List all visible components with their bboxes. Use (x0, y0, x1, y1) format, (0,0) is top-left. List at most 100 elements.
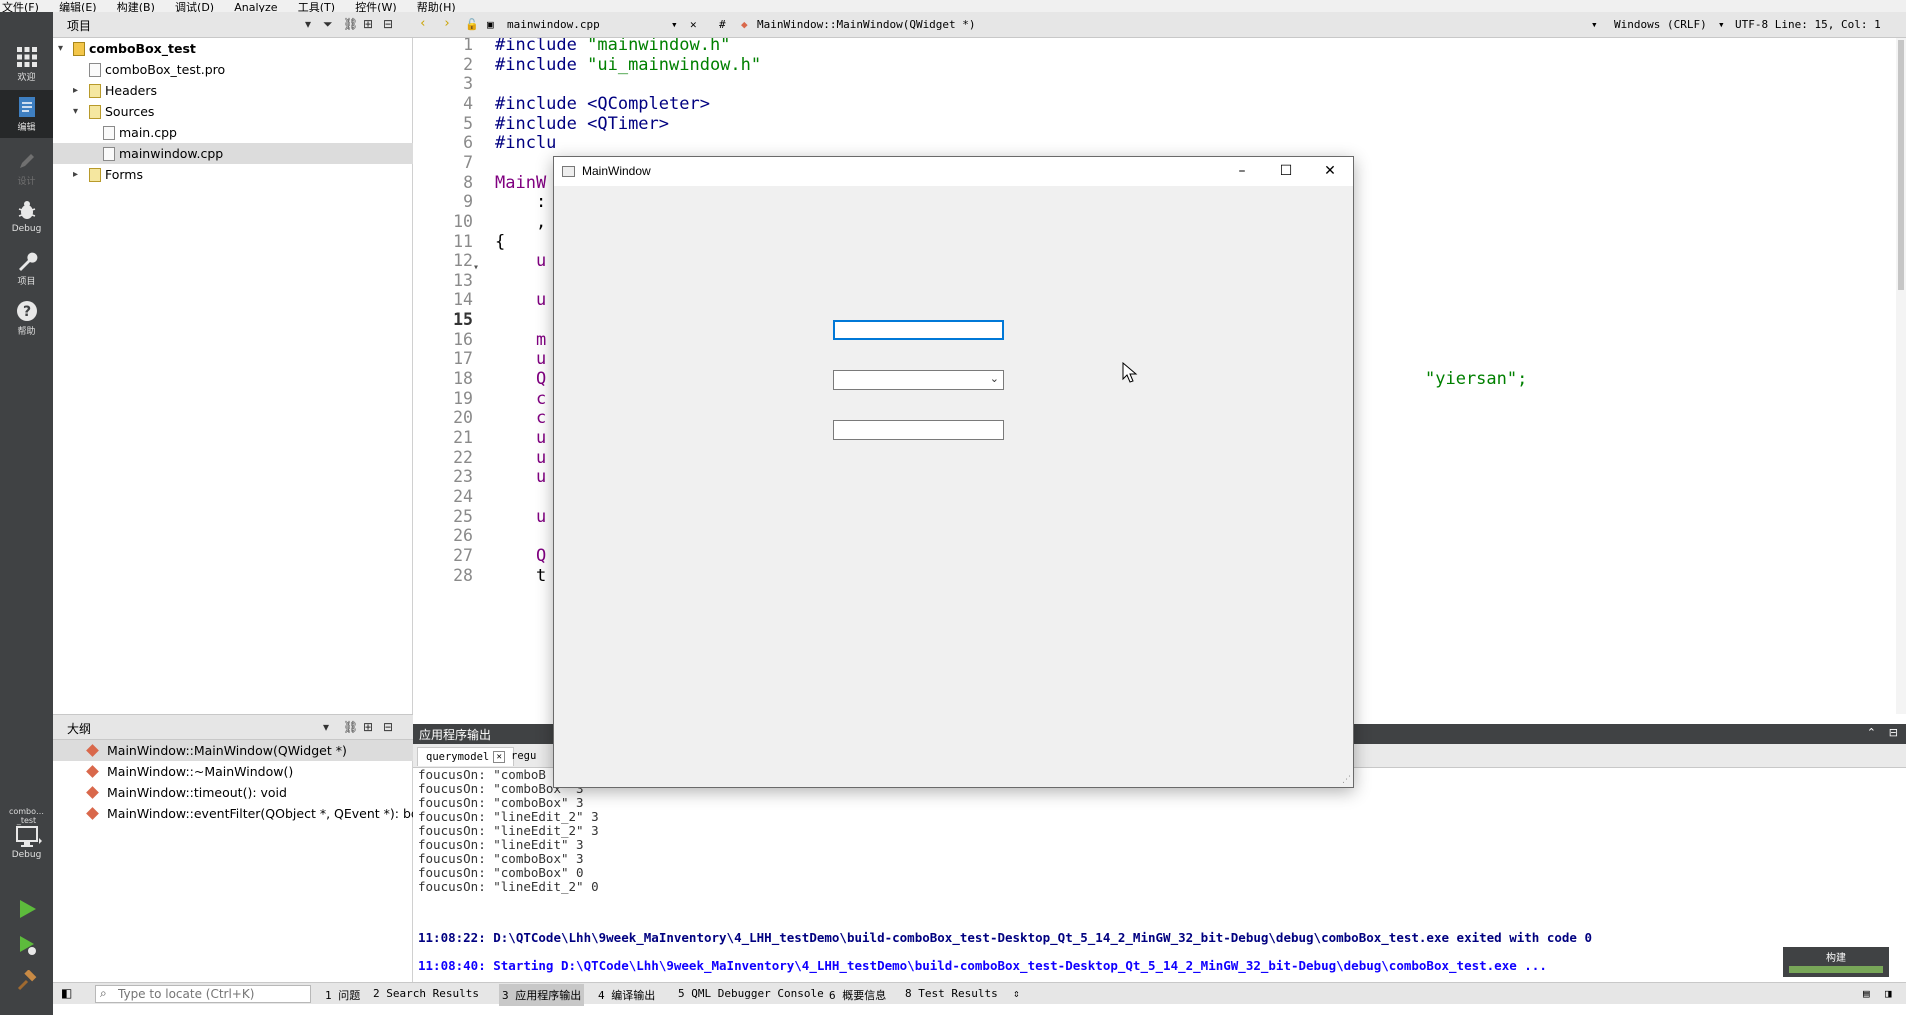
line-edit-2-input[interactable] (834, 421, 1003, 439)
code-line: m (495, 329, 547, 350)
status-tab-qml-console[interactable]: 5 QML Debugger Console (678, 987, 824, 1000)
sidebar-toggle-icon[interactable]: ◧ (61, 986, 72, 1000)
menu-widgets[interactable]: 控件(W) (353, 2, 396, 12)
editor-toolbar: ‹ › 🔓 ▣ mainwindow.cpp ▾ ✕ # ◆ MainWindo… (413, 12, 1906, 38)
cursor-position[interactable]: UTF-8 Line: 15, Col: 1 (1735, 18, 1881, 31)
code-line: MainW (495, 172, 547, 193)
chevron-right-icon[interactable]: ▸ (73, 80, 87, 101)
link-icon[interactable]: ⛓ (343, 720, 358, 734)
mode-bar: 欢迎 编辑 设计 Debug 项目 ? 帮助 combo…_test Debug (0, 12, 53, 1015)
chevron-down-icon[interactable]: ▾ (671, 18, 678, 31)
line-edit-1-input[interactable] (835, 322, 1002, 338)
forward-icon[interactable]: › (443, 16, 451, 31)
menu-help[interactable]: 帮助(H) (415, 2, 456, 12)
line-edit-1[interactable] (833, 320, 1004, 340)
outline-item[interactable]: MainWindow::eventFilter(QObject *, QEven… (53, 803, 430, 824)
fold-arrow-icon[interactable]: ▾ (473, 262, 479, 273)
menu-bar: 文件(F) 编辑(E) 构建(B) 调试(D) Analyze 工具(T) 控件… (0, 0, 1906, 12)
folder-icon (89, 168, 101, 182)
chevron-down-icon[interactable]: ▾ (1718, 18, 1725, 31)
maximize-button[interactable]: ☐ (1264, 157, 1308, 186)
code-line: u (495, 506, 547, 527)
tree-item-pro-file[interactable]: comboBox_test.pro (53, 59, 413, 80)
output-start-line: 11:08:40: Starting D:\QTCode\Lhh\9week_M… (418, 958, 1547, 973)
close-panel-icon[interactable]: ⊟ (1889, 726, 1898, 739)
outline-item[interactable]: MainWindow::MainWindow(QWidget *) (53, 740, 413, 761)
split-icon[interactable]: ⊞ (363, 720, 373, 734)
editor-file-name[interactable]: mainwindow.cpp (507, 18, 600, 31)
chevron-down-icon[interactable]: ⌄ (990, 372, 999, 385)
outline-item[interactable]: MainWindow::~MainWindow() (53, 761, 413, 782)
output-tab-regu[interactable]: regu (503, 747, 544, 766)
mode-edit[interactable]: 编辑 (0, 90, 53, 138)
tree-item-forms[interactable]: ▸ Forms (53, 164, 413, 185)
cpp-file-icon (103, 126, 115, 140)
output-console[interactable]: foucusOn: "comboB foucusOn: "comboBox" 3f… (413, 768, 1906, 982)
progress-details-icon[interactable]: ▤ (1863, 987, 1870, 1000)
minimize-button[interactable]: – (1220, 157, 1264, 186)
mode-design[interactable]: 设计 (0, 144, 53, 192)
run-button[interactable] (0, 892, 53, 928)
resize-grip-icon[interactable]: ⋰ (1342, 775, 1351, 785)
mode-projects[interactable]: 项目 (0, 244, 53, 292)
chevron-down-icon[interactable]: ▾ (73, 101, 87, 122)
chevron-down-icon[interactable]: ▾ (1591, 18, 1598, 31)
status-tab-issues[interactable]: 1 问题 (325, 987, 360, 1003)
editor-scrollbar[interactable] (1896, 38, 1906, 714)
build-button[interactable] (0, 964, 53, 1000)
mode-help[interactable]: ? 帮助 (0, 294, 53, 342)
cpp-file-icon (103, 147, 115, 161)
tree-item-mainwindow-cpp[interactable]: mainwindow.cpp (53, 143, 413, 164)
chevron-down-icon[interactable]: ▾ (305, 17, 311, 31)
tree-item-sources[interactable]: ▾ Sources (53, 101, 413, 122)
outline-item[interactable]: MainWindow::timeout(): void (53, 782, 413, 803)
menu-tools[interactable]: 工具(T) (296, 2, 335, 12)
menu-analyze[interactable]: Analyze (232, 2, 277, 12)
maximize-panel-icon[interactable]: ⌃ (1867, 726, 1876, 739)
close-panel-icon[interactable]: ⊟ (383, 17, 393, 31)
back-icon[interactable]: ‹ (419, 16, 427, 31)
filter-icon[interactable]: ⏷ (323, 17, 333, 32)
app-window-titlebar[interactable]: MainWindow – ☐ ✕ (554, 157, 1353, 186)
mode-debug[interactable]: Debug (0, 194, 53, 242)
status-tab-general-messages[interactable]: 6 概要信息 (829, 987, 886, 1003)
link-icon[interactable]: ⛓ (343, 17, 358, 31)
menu-edit[interactable]: 编辑(E) (57, 2, 97, 12)
close-button[interactable]: ✕ (1308, 157, 1352, 186)
tree-item-project[interactable]: ▾ comboBox_test (53, 38, 413, 59)
status-tab-test-results[interactable]: 8 Test Results (905, 987, 998, 1000)
close-document-icon[interactable]: ✕ (690, 18, 697, 31)
line-ending-selector[interactable]: Windows (CRLF) (1614, 18, 1707, 31)
locator-input[interactable] (118, 987, 308, 1001)
code-line: : (495, 192, 547, 213)
symbol-selector[interactable]: MainWindow::MainWindow(QWidget *) (757, 18, 976, 31)
chevron-down-icon[interactable]: ▾ (323, 720, 329, 734)
wrench-icon (16, 250, 38, 272)
menu-build[interactable]: 构建(B) (115, 2, 155, 12)
close-panel-icon[interactable]: ⊟ (383, 720, 393, 734)
status-tab-compile-output[interactable]: 4 编译输出 (598, 987, 655, 1003)
code-line: c (495, 388, 547, 409)
chevron-right-icon[interactable]: ▸ (73, 164, 87, 185)
status-tab-search-results[interactable]: 2 Search Results (373, 987, 479, 1000)
locator[interactable]: ⌕ (95, 985, 311, 1003)
build-progress[interactable]: 构建 (1783, 947, 1889, 977)
debug-run-button[interactable] (0, 928, 53, 964)
line-edit-2[interactable] (833, 420, 1004, 440)
menu-debug[interactable]: 调试(D) (173, 2, 214, 12)
split-icon[interactable]: ⊞ (363, 17, 373, 31)
menu-file[interactable]: 文件(F) (0, 2, 39, 12)
line-number: 22 (453, 447, 473, 467)
combo-box[interactable]: ⌄ (833, 370, 1004, 390)
chevron-down-icon[interactable]: ▾ (58, 38, 72, 59)
status-tab-app-output[interactable]: 3 应用程序输出 (499, 984, 585, 1006)
line-number: 14 (453, 290, 473, 310)
kit-selector[interactable]: Debug (0, 820, 53, 868)
chevron-updown-icon[interactable]: ⇕ (1013, 987, 1020, 1000)
tree-item-headers[interactable]: ▸ Headers (53, 80, 413, 101)
scrollbar-thumb[interactable] (1898, 40, 1904, 290)
mode-welcome[interactable]: 欢迎 (0, 40, 53, 88)
output-tab-querymodel[interactable]: querymodel ✕ (417, 747, 515, 766)
output-pane-toggle-icon[interactable]: ◨ (1885, 987, 1892, 1000)
tree-item-main-cpp[interactable]: main.cpp (53, 122, 413, 143)
